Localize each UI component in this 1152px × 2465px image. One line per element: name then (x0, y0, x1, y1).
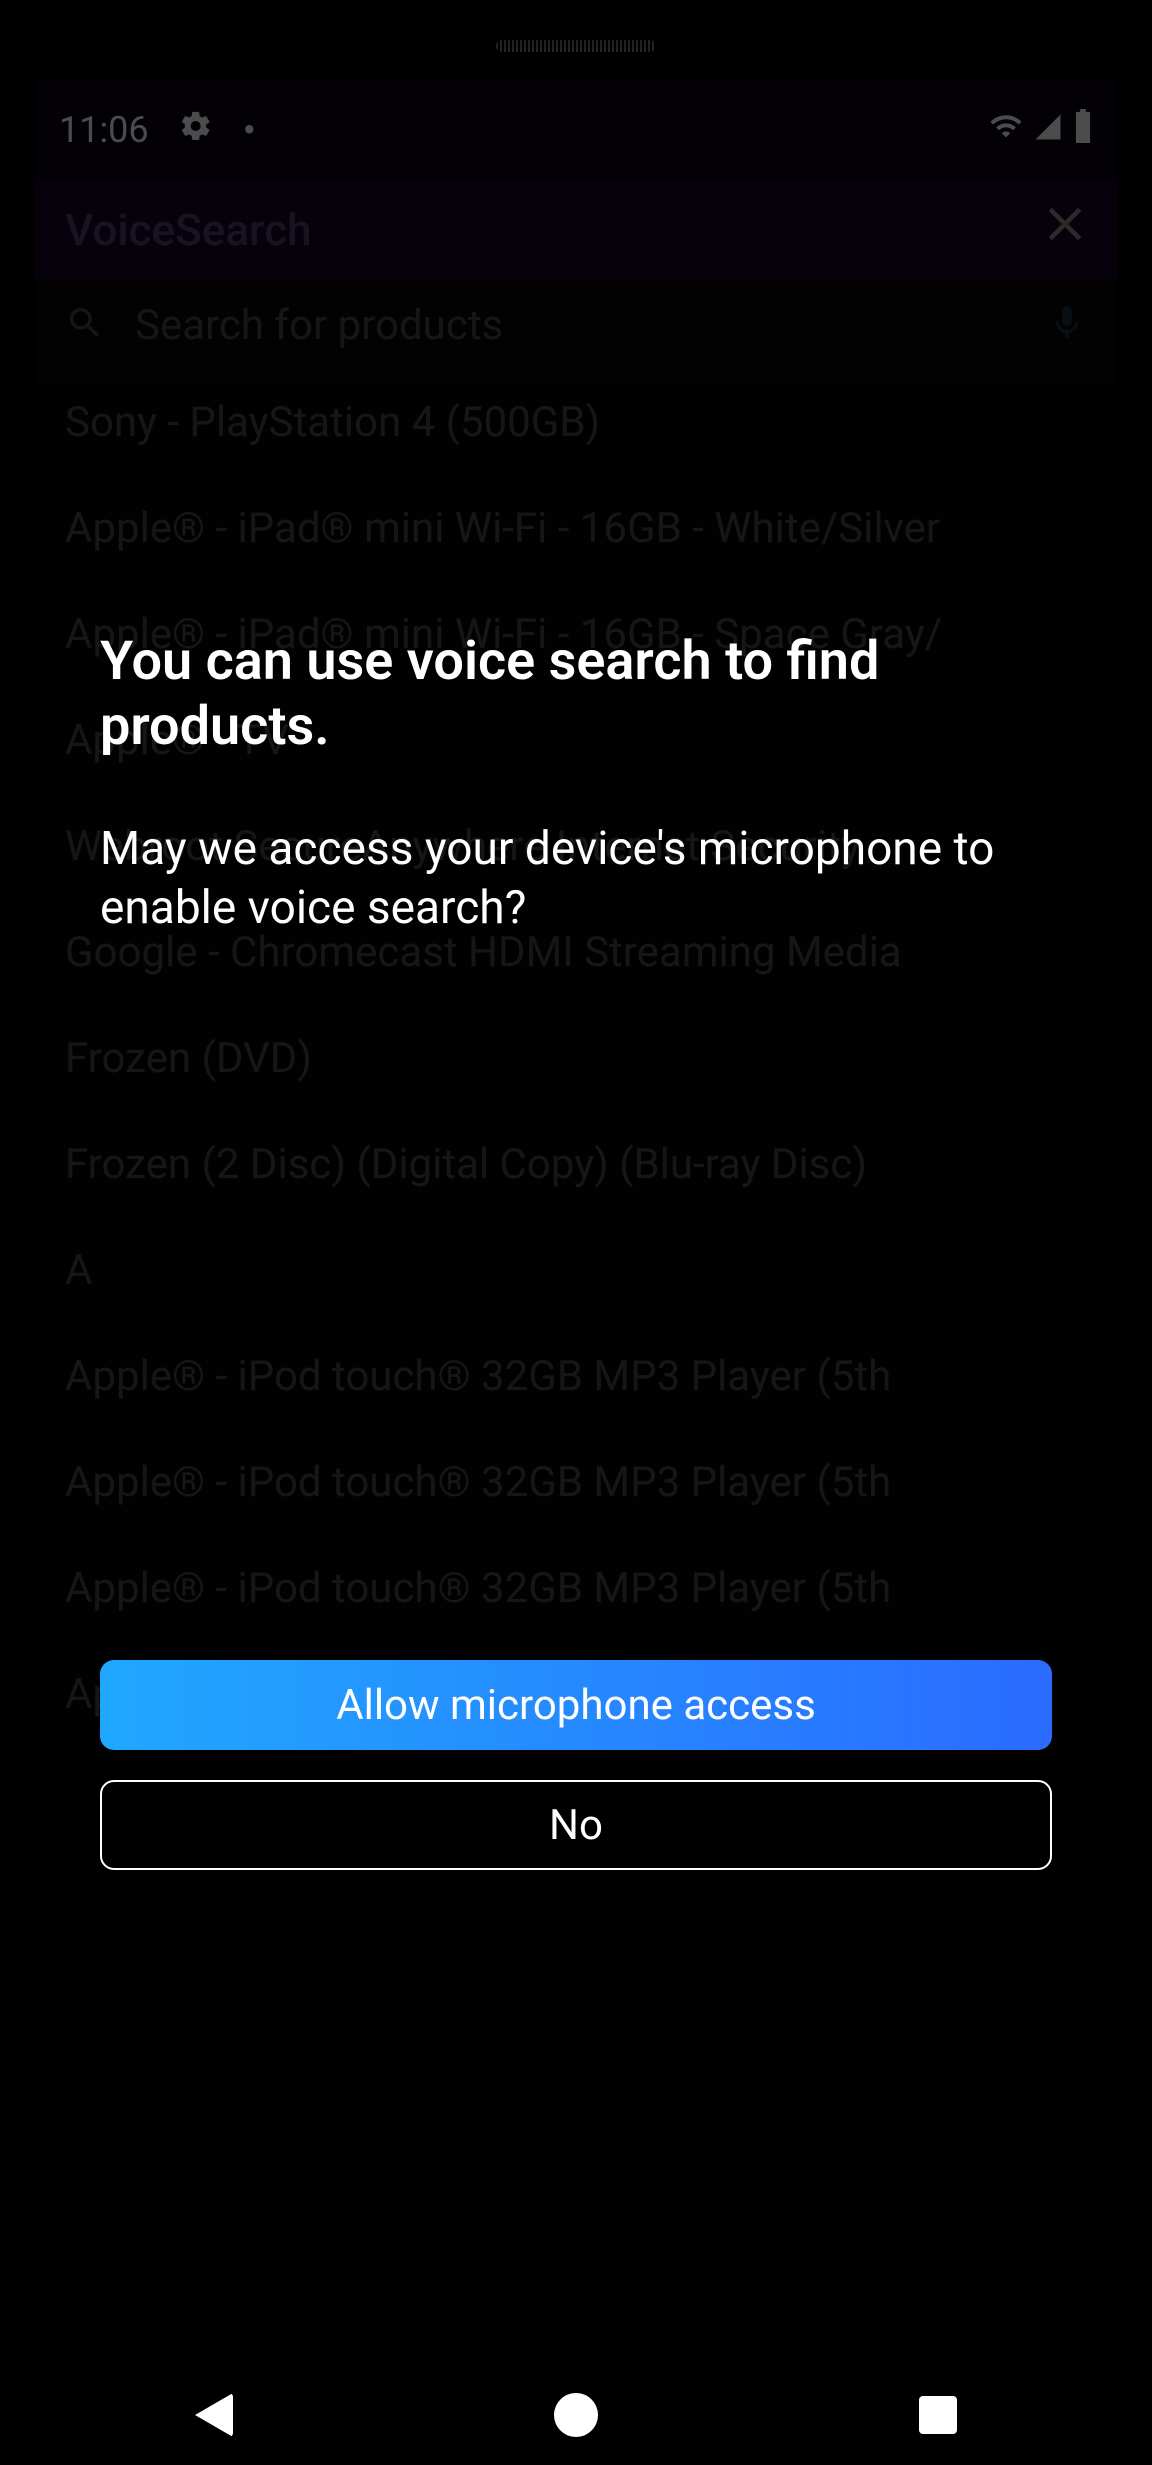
status-time: 11:06 (59, 109, 149, 151)
home-icon[interactable] (554, 2393, 598, 2437)
battery-icon (1073, 109, 1093, 152)
back-icon[interactable] (195, 2393, 233, 2437)
search-input[interactable]: Search for products (135, 301, 1017, 350)
permission-dialog: You can use voice search to find product… (100, 630, 1052, 939)
gear-icon (179, 109, 213, 152)
cellular-icon (1033, 109, 1063, 151)
recents-icon[interactable] (919, 2396, 957, 2434)
app-bar: VoiceSearch (35, 180, 1117, 280)
list-item[interactable]: Frozen (2 Disc) (Digital Copy) (Blu-ray … (35, 1112, 1117, 1218)
speaker-grille (496, 40, 656, 52)
list-item[interactable]: A (35, 1218, 1117, 1324)
dialog-buttons: Allow microphone access No (100, 1660, 1052, 1900)
list-item[interactable]: Frozen (DVD) (35, 1006, 1117, 1112)
microphone-icon[interactable] (1047, 303, 1087, 347)
deny-button[interactable]: No (100, 1780, 1052, 1870)
list-item[interactable]: Apple® - iPod touch® 32GB MP3 Player (5t… (35, 1536, 1117, 1642)
wifi-icon (989, 109, 1023, 152)
search-bar[interactable]: Search for products (35, 280, 1117, 370)
allow-button[interactable]: Allow microphone access (100, 1660, 1052, 1750)
status-bar: 11:06 • (35, 80, 1117, 180)
screen: 11:06 • VoiceSearch (35, 80, 1117, 2365)
list-item[interactable]: Apple® - iPad® mini Wi-Fi - 16GB - White… (35, 476, 1117, 582)
search-icon (65, 303, 105, 347)
list-item[interactable]: Apple® - iPod touch® 32GB MP3 Player (5t… (35, 1430, 1117, 1536)
list-item[interactable]: Sony - PlayStation 4 (500GB) (35, 370, 1117, 476)
product-list: Sony - PlayStation 4 (500GB)Apple® - iPa… (35, 370, 1117, 1748)
notification-dot: • (243, 107, 257, 154)
list-item[interactable]: Apple® - iPod touch® 32GB MP3 Player (5t… (35, 1324, 1117, 1430)
app-title: VoiceSearch (65, 204, 312, 256)
device-frame: 11:06 • VoiceSearch (0, 0, 1152, 2465)
dialog-body: May we access your device's microphone t… (100, 820, 1052, 940)
close-icon[interactable] (1043, 201, 1087, 259)
dialog-title: You can use voice search to find product… (100, 630, 1052, 760)
navigation-bar (35, 2365, 1117, 2465)
